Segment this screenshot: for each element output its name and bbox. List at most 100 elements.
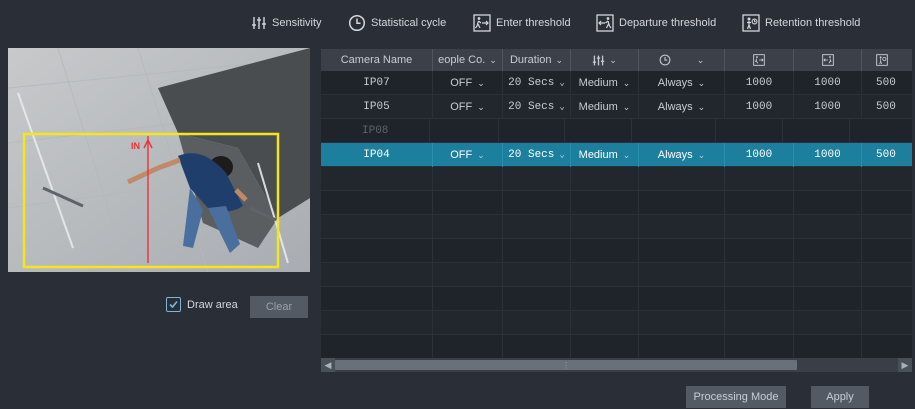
table-row-empty	[321, 311, 912, 335]
table-row-empty	[321, 287, 912, 311]
cell-duration-select[interactable]: 20 Secs ⌄	[503, 143, 571, 167]
cell-cycle-select[interactable]: Always ⌄	[639, 95, 725, 119]
cell-sensitivity-empty	[565, 119, 632, 143]
retention-person-icon	[742, 14, 760, 32]
legend-sensitivity: Sensitivity	[251, 14, 322, 32]
cell-cycle-select[interactable]: Always ⌄	[639, 143, 725, 167]
processing-mode-button[interactable]: Processing Mode	[686, 386, 786, 408]
header-people-count[interactable]: eople Co. ⌄	[433, 49, 503, 71]
draw-area-label: Draw area	[187, 298, 238, 311]
cell-camera-name: IP04	[321, 143, 433, 167]
cell-cycle-empty	[632, 119, 716, 143]
cell-retention-threshold[interactable]: 500	[862, 71, 912, 95]
legend-retention-threshold-label: Retention threshold	[765, 17, 861, 29]
in-line-label: IN	[131, 141, 140, 151]
scroll-right-arrow-icon[interactable]: ▶	[898, 358, 912, 372]
cell-camera-name: IP08	[321, 119, 431, 143]
cell-cycle-value: Always	[657, 101, 693, 113]
cell-sensitivity-select[interactable]: Medium ⌄	[571, 95, 639, 119]
cell-duration-select[interactable]: 20 Secs ⌄	[503, 95, 571, 119]
header-enter-threshold[interactable]	[725, 49, 794, 71]
table-row[interactable]: IP07 OFF ⌄ 20 Secs ⌄ Medium ⌄ Always ⌄ 1000 …	[321, 71, 912, 95]
header-sensitivity[interactable]: ⌄	[571, 49, 639, 71]
cell-sensitivity-value: Medium	[578, 149, 618, 161]
scrollbar-thumb[interactable]: ⋮	[335, 360, 797, 370]
header-departure-threshold[interactable]	[794, 49, 862, 71]
cell-sensitivity-select[interactable]: Medium ⌄	[571, 71, 639, 95]
clear-button[interactable]: Clear	[250, 296, 308, 318]
cell-enter-threshold[interactable]: 1000	[725, 95, 794, 119]
cell-enter-threshold[interactable]: 1000	[725, 71, 794, 95]
cell-people-count-value: OFF	[450, 149, 473, 161]
chevron-down-icon: ⌄	[559, 78, 565, 88]
cell-enter-threshold[interactable]: 1000	[725, 143, 794, 167]
legend-statistical-cycle-label: Statistical cycle	[371, 17, 447, 29]
cell-camera-name: IP07	[321, 71, 433, 95]
scroll-left-arrow-icon[interactable]: ◀	[321, 358, 335, 372]
cell-people-count-value: OFF	[450, 77, 473, 89]
chevron-down-icon: ⌄	[559, 150, 565, 160]
table-row[interactable]: IP05 OFF ⌄ 20 Secs ⌄ Medium ⌄ Always ⌄ 1000 …	[321, 95, 912, 119]
cell-retention-empty	[850, 119, 912, 143]
departure-person-icon	[596, 14, 614, 32]
table-row-empty	[321, 191, 912, 215]
legend-enter-threshold: Enter threshold	[473, 14, 571, 32]
cell-duration-value: 20 Secs	[508, 101, 555, 113]
chevron-down-icon: ⌄	[609, 54, 617, 65]
header-retention-threshold[interactable]	[862, 49, 912, 71]
retention-person-icon	[876, 54, 888, 66]
legend-departure-threshold: Departure threshold	[596, 14, 716, 32]
cell-duration-select[interactable]: 20 Secs ⌄	[503, 71, 571, 95]
cell-retention-threshold[interactable]: 500	[862, 143, 912, 167]
chevron-down-icon: ⌄	[622, 149, 631, 160]
chevron-down-icon: ⌄	[622, 77, 631, 88]
legend-departure-threshold-label: Departure threshold	[619, 17, 717, 29]
cell-sensitivity-select[interactable]: Medium ⌄	[571, 143, 639, 167]
chevron-down-icon: ⌄	[622, 101, 631, 112]
sliders-icon	[252, 17, 266, 29]
draw-area-toggle[interactable]: Draw area	[166, 297, 238, 312]
cell-departure-threshold[interactable]: 1000	[794, 143, 862, 167]
cell-camera-name: IP05	[321, 95, 433, 119]
header-duration[interactable]: Duration ⌄	[503, 49, 571, 71]
sliders-icon	[593, 55, 605, 65]
checkmark-icon	[169, 300, 178, 309]
enter-person-icon	[473, 14, 491, 32]
header-camera-name-label: Camera Name	[340, 54, 413, 66]
chevron-down-icon: ⌄	[697, 77, 706, 88]
chevron-down-icon: ⌄	[477, 77, 485, 88]
camera-preview[interactable]: IN	[8, 48, 310, 272]
apply-button[interactable]: Apply	[811, 386, 869, 408]
header-people-count-label: eople Co.	[438, 54, 486, 66]
cell-duration-value: 20 Secs	[508, 77, 555, 89]
table-row-empty	[321, 167, 912, 191]
table-row-selected[interactable]: IP04 OFF ⌄ 20 Secs ⌄ Medium ⌄ Always ⌄ 1000 …	[321, 143, 912, 167]
cell-enter-empty	[716, 119, 784, 143]
cell-retention-threshold[interactable]: 500	[862, 95, 912, 119]
cell-departure-empty	[783, 119, 850, 143]
horizontal-scrollbar[interactable]: ◀ ⋮ ▶	[321, 358, 912, 372]
header-statistical-cycle[interactable]: ⌄	[639, 49, 725, 71]
chevron-down-icon: ⌄	[555, 54, 564, 65]
table-body: IP07 OFF ⌄ 20 Secs ⌄ Medium ⌄ Always ⌄ 1000 …	[321, 71, 912, 358]
cell-people-count-select[interactable]: OFF ⌄	[433, 71, 503, 95]
cell-duration-empty	[499, 119, 566, 143]
cell-sensitivity-value: Medium	[578, 101, 618, 113]
departure-person-icon	[821, 54, 834, 66]
table-header: Camera Name eople Co. ⌄ Duration ⌄ ⌄ ⌄	[321, 49, 912, 71]
chevron-down-icon: ⌄	[477, 149, 485, 160]
threshold-legend: Sensitivity Statistical cycle Enter thre…	[0, 0, 915, 44]
cell-departure-threshold[interactable]: 1000	[794, 71, 862, 95]
cell-departure-threshold[interactable]: 1000	[794, 95, 862, 119]
cell-cycle-select[interactable]: Always ⌄	[639, 71, 725, 95]
table-row-empty	[321, 215, 912, 239]
cell-people-count-empty	[430, 119, 499, 143]
table-row[interactable]: IP08	[321, 119, 912, 143]
grip-icon: ⋮	[562, 360, 570, 370]
chevron-down-icon: ⌄	[559, 102, 565, 112]
camera-scene-image: IN	[8, 48, 310, 272]
cell-people-count-select[interactable]: OFF ⌄	[433, 95, 503, 119]
header-camera-name[interactable]: Camera Name	[321, 49, 433, 71]
cell-people-count-select[interactable]: OFF ⌄	[433, 143, 503, 167]
draw-area-checkbox[interactable]	[166, 297, 181, 312]
